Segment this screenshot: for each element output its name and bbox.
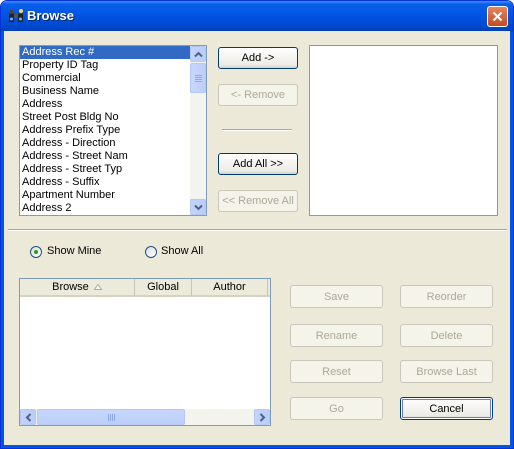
available-fields-items: Address Rec # Property ID Tag Commercial Bu… (20, 46, 190, 215)
field-list-item[interactable]: Address - Direction (20, 137, 190, 150)
field-list-item[interactable]: Commercial (20, 72, 190, 85)
scroll-up-button[interactable] (190, 46, 206, 62)
browse-last-button[interactable]: Browse Last (400, 360, 493, 383)
horizontal-scroll-thumb[interactable] (37, 409, 185, 425)
chevron-down-icon (194, 204, 203, 211)
window-title: Browse (27, 8, 74, 23)
add-button[interactable]: Add -> (218, 47, 298, 69)
browse-grid[interactable]: Browse Global Author (19, 278, 271, 426)
field-list-item[interactable]: Address - Street Typ (20, 163, 190, 176)
rename-button[interactable]: Rename (290, 324, 383, 347)
field-list-item[interactable]: Property ID Tag (20, 59, 190, 72)
scroll-right-button[interactable] (254, 409, 270, 425)
go-button[interactable]: Go (290, 397, 383, 420)
reset-button[interactable]: Reset (290, 360, 383, 383)
field-list-item[interactable]: Business Name (20, 85, 190, 98)
vertical-scrollbar[interactable] (190, 46, 206, 215)
cancel-button[interactable]: Cancel (400, 397, 493, 420)
scroll-thumb[interactable] (190, 63, 206, 93)
chevron-up-icon (194, 51, 203, 58)
window-frame-left (1, 31, 4, 448)
field-list-item[interactable]: Street Post Bldg No (20, 111, 190, 124)
show-all-label[interactable]: Show All (161, 245, 203, 257)
remove-all-button[interactable]: << Remove All (218, 190, 298, 212)
show-all-radio[interactable] (145, 246, 157, 258)
scroll-left-button[interactable] (20, 409, 36, 425)
field-list-item[interactable]: Address (20, 98, 190, 111)
column-header-browse[interactable]: Browse (20, 279, 135, 297)
selected-fields-list[interactable] (309, 45, 498, 216)
browse-dialog: Browse Address Rec # Property ID Tag Comme… (0, 0, 514, 449)
show-mine-label[interactable]: Show Mine (47, 245, 101, 257)
title-bar[interactable]: Browse (1, 1, 513, 31)
save-button[interactable]: Save (290, 285, 383, 308)
close-button[interactable] (487, 6, 508, 27)
scroll-down-button[interactable] (190, 199, 206, 215)
available-fields-list[interactable]: Address Rec # Property ID Tag Commercial Bu… (19, 45, 207, 216)
chevron-right-icon (259, 413, 266, 422)
binoculars-icon (9, 9, 23, 22)
field-list-item[interactable]: Address - Street Nam (20, 150, 190, 163)
button-separator (222, 129, 292, 131)
reorder-button[interactable]: Reorder (400, 285, 493, 308)
field-list-item[interactable]: Apartment Number (20, 189, 190, 202)
window-frame-right (510, 31, 513, 448)
column-header-browse-label: Browse (52, 281, 89, 293)
column-header-filler (268, 279, 270, 297)
field-list-item[interactable]: Address - Suffix (20, 176, 190, 189)
add-all-button[interactable]: Add All >> (218, 153, 298, 175)
show-mine-radio[interactable] (30, 246, 42, 258)
horizontal-scrollbar[interactable] (20, 409, 270, 425)
sort-ascending-icon (93, 283, 103, 290)
remove-button[interactable]: <- Remove (218, 84, 298, 106)
chevron-left-icon (25, 413, 32, 422)
field-list-item[interactable]: Address Prefix Type (20, 124, 190, 137)
section-divider (8, 229, 507, 231)
close-icon (492, 11, 503, 22)
window-frame-bottom (1, 445, 513, 448)
column-header-global[interactable]: Global (135, 279, 192, 297)
column-header-author[interactable]: Author (192, 279, 268, 297)
radio-dot (34, 250, 38, 254)
field-list-item[interactable]: Address 2 (20, 202, 190, 215)
field-list-item[interactable]: Address Rec # (20, 46, 190, 59)
delete-button[interactable]: Delete (400, 324, 493, 347)
